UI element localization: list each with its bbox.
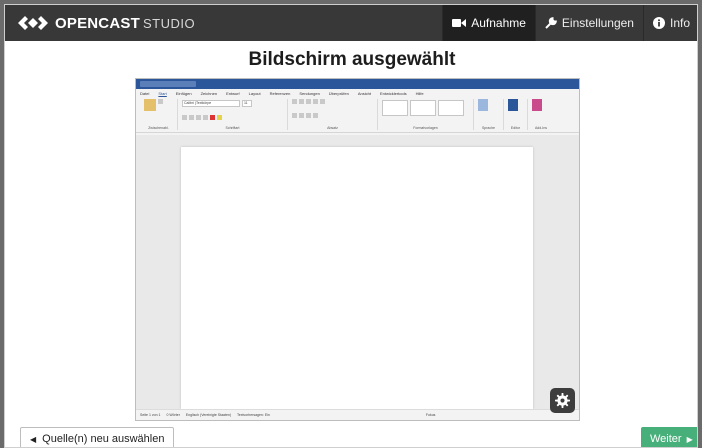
next-button-label: Weiter bbox=[650, 433, 682, 445]
preview-status-item: Seite 1 von 1 bbox=[140, 413, 161, 417]
preview-group-label: Formatvorlagen bbox=[413, 126, 438, 130]
preview-status-item: Englisch (Vereinigte Staaten) bbox=[185, 413, 231, 417]
preview-ribbon-group: Calibri (Textkörpe 11 Schriftart bbox=[178, 99, 288, 130]
preview-ribbon: Zwischenabl. Calibri (Textkörpe 11 Schri… bbox=[136, 97, 579, 133]
preview-menu-item: Entwurf bbox=[226, 90, 240, 96]
preview-group-label: Schriftart bbox=[225, 126, 240, 130]
brand-logo: OPENCAST STUDIO bbox=[17, 14, 195, 32]
preview-status-item: Textvorhersagen: Ein bbox=[237, 413, 270, 417]
preview-group-label: Editor bbox=[510, 126, 521, 130]
preview-menu-item: Entwicklertools bbox=[379, 90, 407, 96]
preview-document-page bbox=[181, 147, 533, 409]
caret-left-icon: ◀ bbox=[30, 434, 37, 444]
next-button[interactable]: Weiter ▶ bbox=[641, 427, 697, 447]
preview-menu-item: Hilfe bbox=[415, 90, 424, 96]
preview-ribbon-group: Formatvorlagen bbox=[378, 99, 474, 130]
main-nav: Aufnahme Einstellungen Info bbox=[442, 5, 697, 41]
preview-group-label: Sprache bbox=[481, 126, 496, 130]
preview-menu-bar: Datei Start Einfügen Zeichnen Entwurf La… bbox=[136, 89, 579, 97]
settings-gear-button[interactable] bbox=[550, 388, 575, 413]
gear-icon bbox=[555, 393, 570, 408]
preview-menu-item: Referenzen bbox=[269, 90, 291, 96]
top-bar: OPENCAST STUDIO Aufnahme Einstellungen I… bbox=[5, 5, 697, 41]
preview-ribbon-group: Absatz bbox=[288, 99, 378, 130]
preview-status-item: 0 Wörter bbox=[166, 413, 180, 417]
preview-window-titlebar bbox=[136, 79, 579, 89]
preview-menu-item: Datei bbox=[140, 90, 150, 96]
preview-group-label: Zwischenabl. bbox=[148, 126, 169, 130]
preview-group-label: Add-Ins bbox=[534, 126, 548, 130]
preview-menu-item: Start bbox=[158, 90, 167, 96]
preview-menu-item: Überprüfen bbox=[328, 90, 349, 96]
reselect-sources-button[interactable]: ◀ Quelle(n) neu auswählen bbox=[20, 427, 175, 447]
preview-menu-item: Sendungen bbox=[299, 90, 320, 96]
nav-item-settings[interactable]: Einstellungen bbox=[534, 5, 643, 41]
brand-subtitle: STUDIO bbox=[142, 15, 196, 31]
preview-group-label: Absatz bbox=[327, 126, 338, 130]
preview-font-box: Calibri (Textkörpe bbox=[182, 100, 240, 107]
preview-status-item: Fokus bbox=[425, 413, 436, 417]
preview-menu-item: Zeichnen bbox=[200, 90, 218, 96]
app-window: OPENCAST STUDIO Aufnahme Einstellungen I… bbox=[4, 4, 698, 448]
nav-item-info[interactable]: Info bbox=[642, 5, 697, 41]
nav-label-recording: Aufnahme bbox=[471, 16, 526, 30]
preview-font-size: 11 bbox=[242, 100, 252, 107]
preview-status-bar: Seite 1 von 1 0 Wörter Englisch (Vereini… bbox=[136, 409, 579, 420]
nav-label-info: Info bbox=[669, 16, 690, 30]
reselect-sources-label: Quelle(n) neu auswählen bbox=[42, 433, 165, 445]
info-icon bbox=[652, 17, 665, 29]
preview-search-box bbox=[140, 81, 196, 87]
preview-ribbon-group: Zwischenabl. bbox=[140, 99, 178, 130]
caret-right-icon: ▶ bbox=[686, 434, 693, 444]
preview-ribbon-group: Sprache bbox=[474, 99, 504, 130]
opencast-logo-icon bbox=[18, 16, 48, 30]
page-title: Bildschirm ausgewählt bbox=[248, 49, 456, 70]
brand-name: OPENCAST bbox=[55, 14, 140, 32]
preview-ribbon-group: Editor bbox=[504, 99, 528, 130]
nav-item-recording[interactable]: Aufnahme bbox=[442, 5, 535, 41]
preview-document-area bbox=[136, 135, 579, 409]
screen-preview: Datei Start Einfügen Zeichnen Entwurf La… bbox=[135, 78, 580, 421]
preview-menu-item: Ansicht bbox=[357, 90, 371, 96]
preview-menu-item: Layout bbox=[248, 90, 261, 96]
video-camera-icon bbox=[452, 19, 467, 27]
wrench-icon bbox=[545, 17, 557, 29]
preview-menu-item: Einfügen bbox=[175, 90, 192, 96]
preview-ribbon-group: Add-Ins bbox=[528, 99, 554, 130]
nav-label-settings: Einstellungen bbox=[561, 16, 634, 30]
